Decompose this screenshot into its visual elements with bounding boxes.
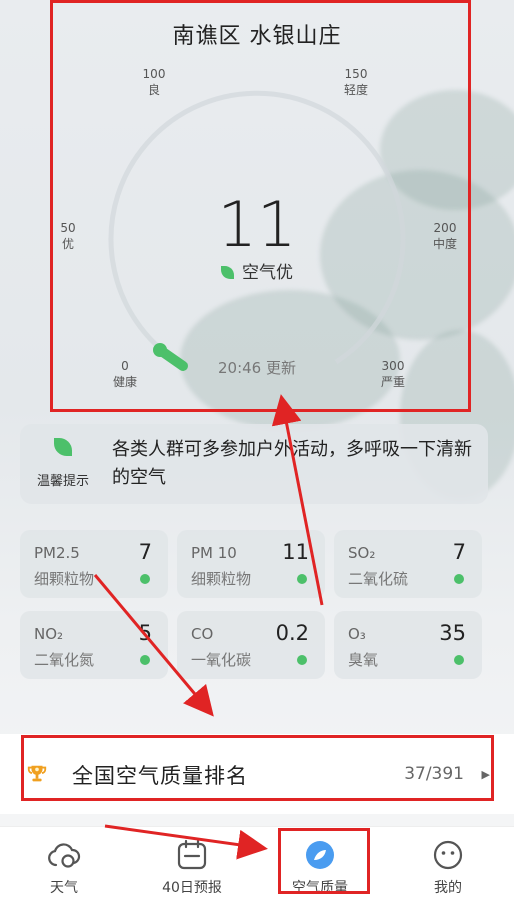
annotation-arrows (93, 394, 324, 860)
annotation-arrow (93, 574, 214, 717)
annotation-arrow (104, 824, 268, 860)
annotation-arrow (271, 394, 324, 606)
